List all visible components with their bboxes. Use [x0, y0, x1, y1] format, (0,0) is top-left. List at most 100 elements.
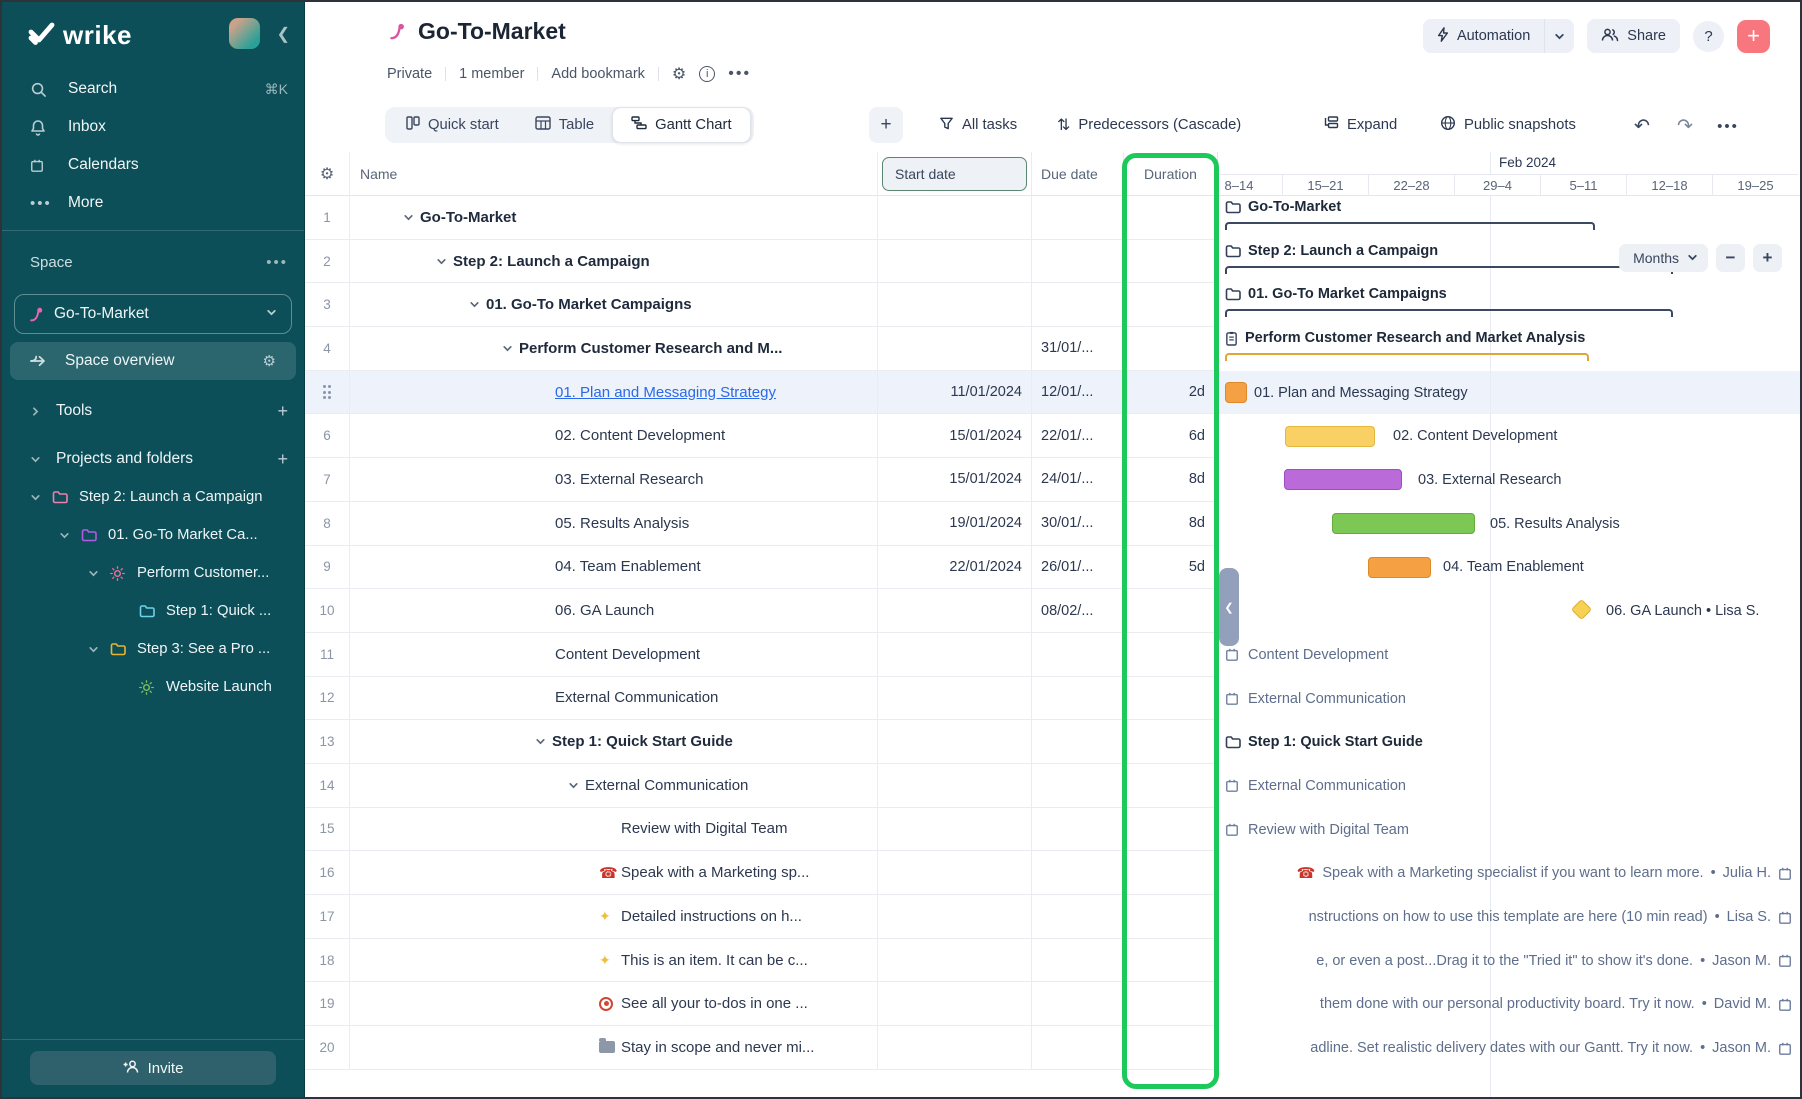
start-date-cell[interactable] [878, 283, 1032, 326]
task-name-cell[interactable]: ✦This is an item. It can be c... [350, 939, 878, 982]
duration-cell[interactable]: 2d [1124, 371, 1218, 414]
table-row[interactable]: 19See all your to-dos in one ... [305, 982, 1218, 1026]
task-name-cell[interactable]: 01. Go-To Market Campaigns [350, 283, 878, 326]
chevron-down-icon[interactable] [88, 568, 103, 579]
duration-cell[interactable]: 8d [1124, 502, 1218, 545]
tab-table[interactable]: Table [517, 107, 612, 143]
due-date-cell[interactable] [1032, 240, 1124, 283]
due-date-cell[interactable] [1032, 1026, 1124, 1069]
due-date-cell[interactable]: 08/02/... [1032, 589, 1124, 632]
members-label[interactable]: 1 member [459, 66, 524, 82]
column-header-duration[interactable]: Duration [1124, 152, 1218, 196]
task-name-cell[interactable]: 02. Content Development [350, 414, 878, 457]
gantt-summary-bracket[interactable] [1225, 309, 1673, 317]
chevron-down-icon[interactable] [502, 343, 513, 354]
space-selector[interactable]: Go-To-Market [14, 294, 292, 334]
duration-cell[interactable] [1124, 196, 1218, 239]
zoom-out-button[interactable]: − [1716, 244, 1745, 272]
table-row[interactable]: 2Step 2: Launch a Campaign [305, 240, 1218, 284]
task-name-cell[interactable]: Content Development [350, 633, 878, 676]
duration-cell[interactable] [1124, 1026, 1218, 1069]
due-date-cell[interactable] [1032, 196, 1124, 239]
start-date-cell[interactable] [878, 764, 1032, 807]
duration-cell[interactable]: 6d [1124, 414, 1218, 457]
info-icon[interactable]: i [699, 66, 715, 82]
tab-gantt-chart[interactable]: Gantt Chart [612, 107, 750, 143]
gantt-task-label[interactable]: External Communication [1225, 677, 1406, 721]
task-name-cell[interactable]: ✦Detailed instructions on h... [350, 895, 878, 938]
add-project-icon[interactable]: + [277, 449, 288, 470]
gantt-task-label[interactable]: Review with Digital Team [1225, 808, 1409, 852]
duration-cell[interactable] [1124, 240, 1218, 283]
gantt-task-label[interactable]: External Communication [1225, 764, 1406, 808]
duration-cell[interactable] [1124, 939, 1218, 982]
table-row[interactable]: 904. Team Enablement22/01/202426/01/...5… [305, 546, 1218, 590]
panel-splitter-handle[interactable]: ❮ [1219, 568, 1239, 646]
user-avatar[interactable] [229, 18, 260, 49]
chevron-down-icon[interactable] [30, 492, 45, 503]
start-date-cell[interactable]: 22/01/2024 [878, 546, 1032, 589]
gantt-task-label[interactable]: them done with our personal productivity… [1320, 983, 1792, 1027]
tab-quick-start[interactable]: Quick start [388, 107, 517, 143]
start-date-cell[interactable]: 15/01/2024 [878, 414, 1032, 457]
create-new-button[interactable]: + [1737, 20, 1770, 53]
due-date-cell[interactable] [1032, 808, 1124, 851]
expand-button[interactable]: Expand [1323, 107, 1397, 143]
gantt-bar[interactable] [1285, 426, 1375, 447]
wrike-logo[interactable]: wrike [28, 20, 132, 51]
table-row[interactable]: 301. Go-To Market Campaigns [305, 283, 1218, 327]
duration-cell[interactable] [1124, 589, 1218, 632]
due-date-cell[interactable]: 24/01/... [1032, 458, 1124, 501]
table-row[interactable]: 805. Results Analysis19/01/202430/01/...… [305, 502, 1218, 546]
task-name-cell[interactable]: 04. Team Enablement [350, 546, 878, 589]
chevron-down-icon[interactable] [59, 530, 74, 541]
gantt-task-label[interactable]: nstructions on how to use this template … [1309, 895, 1792, 939]
table-row[interactable]: 13Step 1: Quick Start Guide [305, 720, 1218, 764]
start-date-cell[interactable] [878, 895, 1032, 938]
project-tree-item[interactable]: 01. Go-To Market Ca... [2, 516, 304, 554]
zoom-in-button[interactable]: + [1753, 244, 1782, 272]
gantt-bar[interactable] [1284, 469, 1402, 490]
privacy-label[interactable]: Private [387, 66, 432, 82]
add-tool-icon[interactable]: + [277, 401, 288, 422]
column-header-name[interactable]: Name [350, 152, 878, 196]
sidebar-item-tools[interactable]: Tools + [2, 392, 304, 430]
table-row[interactable]: 16☎Speak with a Marketing sp... [305, 851, 1218, 895]
gantt-summary-bracket[interactable] [1225, 266, 1673, 274]
start-date-cell[interactable] [878, 851, 1032, 894]
sidebar-item-search[interactable]: Search⌘K [2, 70, 304, 108]
table-row[interactable]: 14External Communication [305, 764, 1218, 808]
undo-icon[interactable]: ↶ [1627, 111, 1657, 141]
table-row[interactable]: 18✦This is an item. It can be c... [305, 939, 1218, 983]
sidebar-item-inbox[interactable]: Inbox [2, 108, 304, 146]
due-date-cell[interactable] [1032, 851, 1124, 894]
start-date-cell[interactable] [878, 633, 1032, 676]
gantt-task-label[interactable]: adline. Set realistic delivery dates wit… [1310, 1026, 1792, 1070]
gantt-summary-bracket[interactable] [1225, 353, 1589, 361]
sidebar-item-calendars[interactable]: Calendars [2, 146, 304, 184]
due-date-cell[interactable]: 26/01/... [1032, 546, 1124, 589]
task-name-cell[interactable]: See all your to-dos in one ... [350, 982, 878, 1025]
duration-cell[interactable] [1124, 283, 1218, 326]
due-date-cell[interactable] [1032, 633, 1124, 676]
table-row[interactable]: 1Go-To-Market [305, 196, 1218, 240]
due-date-cell[interactable]: 31/01/... [1032, 327, 1124, 370]
table-row[interactable]: 703. External Research15/01/202424/01/..… [305, 458, 1218, 502]
chevron-down-icon[interactable] [535, 736, 546, 747]
help-button[interactable]: ? [1693, 21, 1724, 52]
task-name-cell[interactable]: Step 1: Quick Start Guide [350, 720, 878, 763]
task-name-cell[interactable]: Stay in scope and never mi... [350, 1026, 878, 1069]
task-name-cell[interactable]: 01. Plan and Messaging Strategy [350, 371, 878, 414]
duration-cell[interactable] [1124, 633, 1218, 676]
milestone-diamond[interactable] [1571, 599, 1592, 620]
toolbar-more-icon[interactable]: ••• [1713, 111, 1743, 141]
project-tree-item[interactable]: Step 3: See a Pro ... [2, 630, 304, 668]
due-date-cell[interactable]: 22/01/... [1032, 414, 1124, 457]
task-name-cell[interactable]: Perform Customer Research and M... [350, 327, 878, 370]
share-button[interactable]: Share [1587, 19, 1680, 53]
duration-cell[interactable]: 8d [1124, 458, 1218, 501]
table-row[interactable]: 12External Communication [305, 677, 1218, 721]
gantt-task-label[interactable]: Content Development [1225, 633, 1388, 677]
settings-gear-icon[interactable]: ⚙ [672, 64, 686, 84]
gantt-bar[interactable] [1225, 382, 1247, 403]
